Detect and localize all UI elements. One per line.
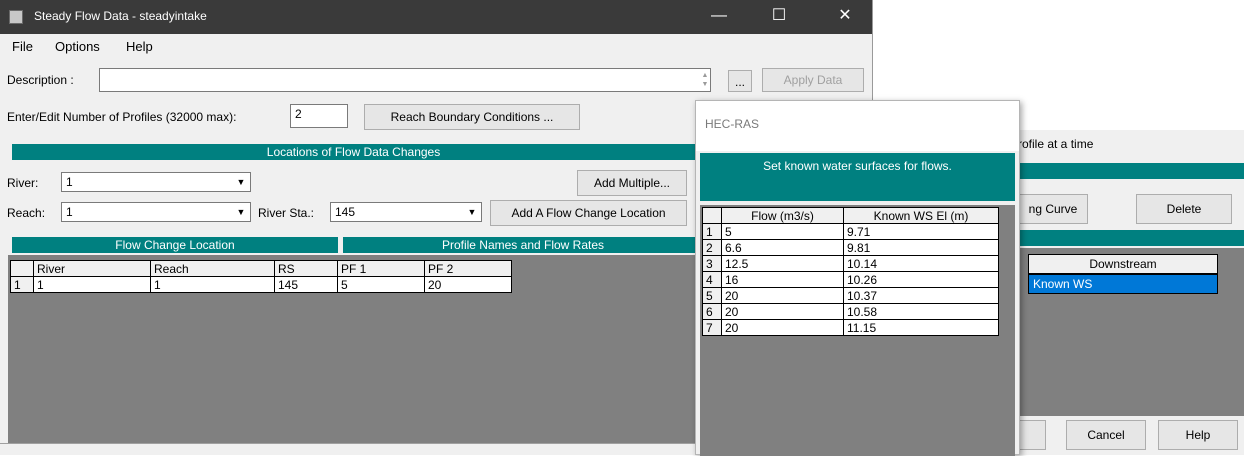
dialog-banner: Set known water surfaces for flows.	[700, 153, 1015, 201]
cell-known-ws[interactable]: 10.37	[843, 287, 999, 304]
row-number: 4	[702, 271, 722, 288]
table-header-row: River Reach RS PF 1 PF 2	[10, 260, 512, 277]
row-number: 5	[702, 287, 722, 304]
cancel-button[interactable]: Cancel	[1066, 420, 1146, 450]
cell-flow[interactable]: 20	[721, 287, 844, 304]
river-station-value: 145	[335, 205, 356, 219]
window-title: Steady Flow Data - steadyintake	[34, 9, 207, 23]
reach-select-value: 1	[66, 205, 73, 219]
cell-known-ws[interactable]: 10.14	[843, 255, 999, 272]
delete-button[interactable]: Delete	[1136, 194, 1232, 224]
cell-pf2[interactable]: 20	[424, 276, 512, 293]
column-header-pf1: PF 1	[337, 260, 425, 277]
chevron-down-icon: ▼	[236, 177, 246, 187]
row-number: 3	[702, 255, 722, 272]
dialog-title-bar[interactable]: HEC-RAS	[696, 101, 1019, 151]
river-station-select[interactable]: 145 ▼	[330, 202, 482, 222]
flow-change-location-header: Flow Change Location	[12, 237, 338, 253]
title-bar[interactable]: Steady Flow Data - steadyintake — ☐ ✕	[0, 0, 872, 34]
cell-rs[interactable]: 145	[274, 276, 338, 293]
cell-flow[interactable]: 20	[721, 303, 844, 320]
river-label: River:	[7, 176, 39, 190]
river-select[interactable]: 1 ▼	[61, 172, 251, 192]
table-row: 5 20 10.37	[702, 287, 999, 304]
background-teal-bar	[1018, 163, 1244, 179]
description-browse-button[interactable]: ...	[728, 70, 752, 92]
cell-flow[interactable]: 12.5	[721, 255, 844, 272]
row-number: 2	[702, 239, 722, 256]
chevron-down-icon: ▼	[467, 207, 477, 217]
add-flow-change-location-button[interactable]: Add A Flow Change Location	[490, 200, 687, 226]
dialog-title: HEC-RAS	[705, 117, 760, 131]
reach-boundary-conditions-button[interactable]: Reach Boundary Conditions ...	[364, 104, 580, 130]
row-number: 7	[702, 319, 722, 336]
flow-change-table: River Reach RS PF 1 PF 2 1 1 1 145 5 20	[10, 260, 512, 293]
profiles-label: Enter/Edit Number of Profiles (32000 max…	[7, 110, 237, 124]
ok-button-partial[interactable]	[1018, 420, 1046, 450]
hec-ras-dialog: HEC-RAS Set known water surfaces for flo…	[695, 100, 1020, 456]
column-header-reach: Reach	[150, 260, 275, 277]
table-row: 6 20 10.58	[702, 303, 999, 320]
profile-at-a-time-text: rofile at a time	[1018, 137, 1094, 151]
locations-header: Locations of Flow Data Changes	[12, 144, 695, 160]
help-button[interactable]: Help	[1158, 420, 1238, 450]
row-number-header	[702, 207, 722, 224]
column-header-flow: Flow (m3/s)	[721, 207, 844, 224]
profiles-count-input[interactable]: 2	[290, 104, 348, 128]
cell-river[interactable]: 1	[33, 276, 151, 293]
apply-data-button[interactable]: Apply Data	[762, 68, 864, 92]
known-ws-table: Flow (m3/s) Known WS El (m) 1 5 9.71 2 6…	[702, 207, 999, 336]
cell-known-ws[interactable]: 10.58	[843, 303, 999, 320]
river-station-label: River Sta.:	[258, 206, 315, 220]
river-select-value: 1	[66, 175, 73, 189]
column-header-rs: RS	[274, 260, 338, 277]
app-icon	[9, 10, 23, 24]
row-number-header	[10, 260, 34, 277]
description-spinner-icon[interactable]: ▲ ▼	[700, 71, 710, 89]
close-button[interactable]: ✕	[822, 0, 868, 34]
column-header-river: River	[33, 260, 151, 277]
cell-flow[interactable]: 16	[721, 271, 844, 288]
row-number: 1	[702, 223, 722, 240]
description-label: Description :	[7, 73, 74, 87]
menu-options[interactable]: Options	[55, 39, 100, 54]
row-number: 1	[10, 276, 34, 293]
table-row: 1 1 1 145 5 20	[10, 276, 512, 293]
add-multiple-button[interactable]: Add Multiple...	[577, 170, 687, 196]
background-window: rofile at a time ng Curve Delete Downstr…	[1018, 130, 1244, 455]
cell-known-ws[interactable]: 9.71	[843, 223, 999, 240]
cell-known-ws[interactable]: 11.15	[843, 319, 999, 336]
table-row: 7 20 11.15	[702, 319, 999, 336]
table-row: 4 16 10.26	[702, 271, 999, 288]
cell-flow[interactable]: 6.6	[721, 239, 844, 256]
chevron-down-icon: ▼	[236, 207, 246, 217]
profile-flow-rates-header: Profile Names and Flow Rates	[343, 237, 703, 253]
cell-reach[interactable]: 1	[150, 276, 275, 293]
column-header-known-ws: Known WS El (m)	[843, 207, 999, 224]
downstream-cell[interactable]: Known WS	[1028, 274, 1218, 294]
cell-flow[interactable]: 20	[721, 319, 844, 336]
row-number: 6	[702, 303, 722, 320]
reach-select[interactable]: 1 ▼	[61, 202, 251, 222]
menu-help[interactable]: Help	[126, 39, 153, 54]
table-row: 3 12.5 10.14	[702, 255, 999, 272]
cell-pf1[interactable]: 5	[337, 276, 425, 293]
background-teal-bar-2	[1018, 230, 1244, 246]
description-input[interactable]	[99, 68, 711, 92]
cell-flow[interactable]: 5	[721, 223, 844, 240]
column-header-pf2: PF 2	[424, 260, 512, 277]
downstream-column-header: Downstream	[1028, 254, 1218, 274]
rating-curve-button[interactable]: ng Curve	[1018, 194, 1088, 224]
menu-file[interactable]: File	[12, 39, 33, 54]
table-row: 1 5 9.71	[702, 223, 999, 240]
cell-known-ws[interactable]: 10.26	[843, 271, 999, 288]
table-row: 2 6.6 9.81	[702, 239, 999, 256]
table-header-row: Flow (m3/s) Known WS El (m)	[702, 207, 999, 224]
reach-label: Reach:	[7, 206, 46, 220]
minimize-button[interactable]: —	[696, 0, 742, 34]
cell-known-ws[interactable]: 9.81	[843, 239, 999, 256]
maximize-button[interactable]: ☐	[756, 0, 802, 34]
